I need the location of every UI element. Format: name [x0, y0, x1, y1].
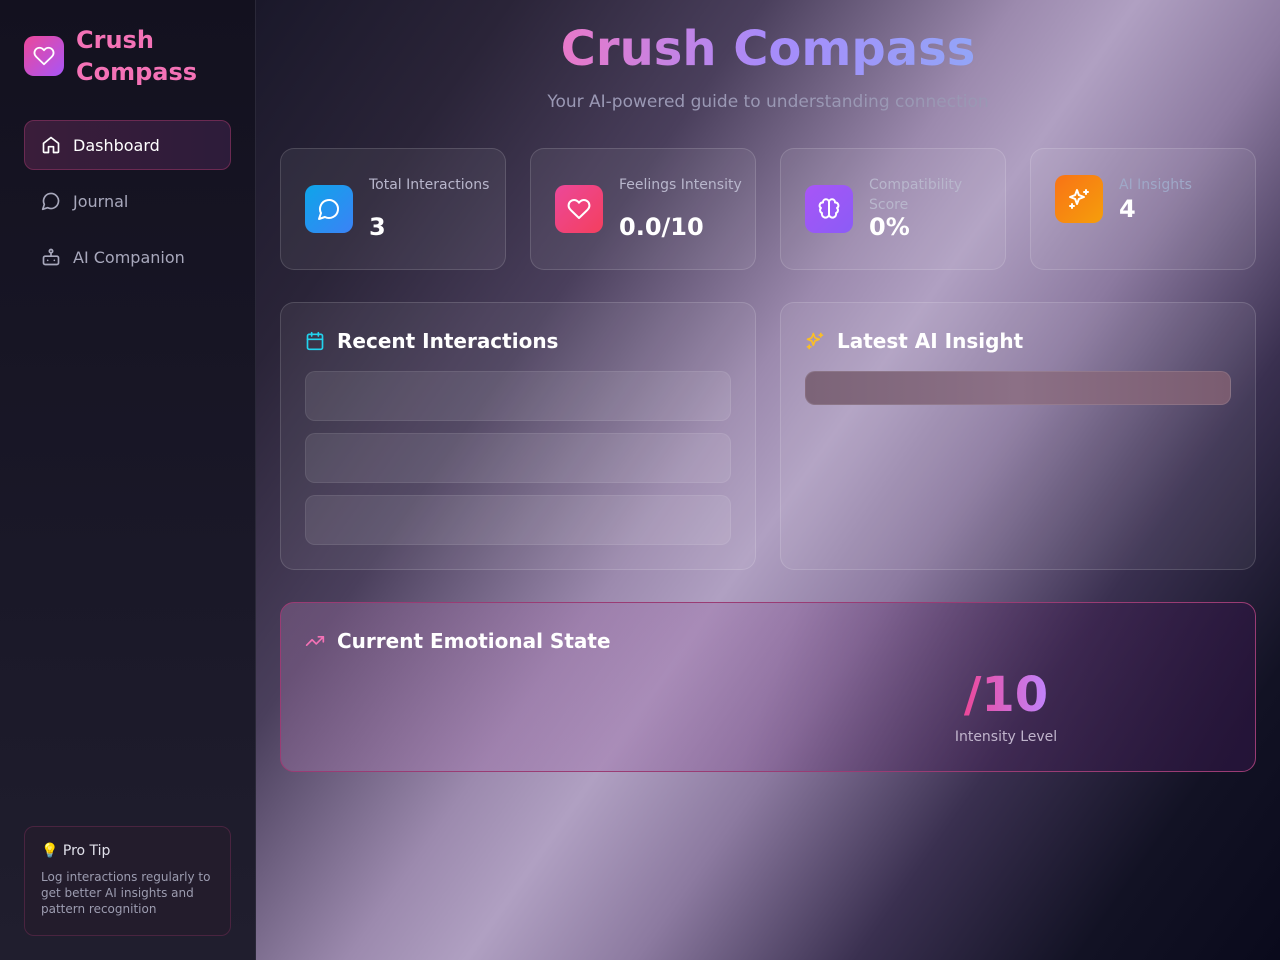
latest-insight-title: Latest AI Insight [805, 329, 1023, 353]
stat-value: 0.0/10 [619, 213, 704, 241]
brain-icon [805, 185, 853, 233]
home-icon [41, 135, 61, 155]
page-subtitle: Your AI-powered guide to understanding c… [547, 92, 989, 112]
message-circle-icon [41, 191, 61, 211]
sidebar-item-dashboard[interactable]: Dashboard [24, 120, 231, 170]
sidebar-item-label: Journal [73, 191, 129, 211]
heart-icon [24, 36, 64, 76]
sidebar-item-label: Dashboard [73, 135, 160, 155]
emotional-state-panel: Current Emotional State /10 Intensity Le… [280, 602, 1256, 772]
list-item-placeholder [305, 495, 731, 545]
pro-tip-card: 💡 Pro Tip Log interactions regularly to … [24, 826, 231, 936]
trending-up-icon [305, 631, 325, 651]
brand[interactable]: Crush Compass [24, 24, 226, 88]
sparkles-icon [1055, 175, 1103, 223]
sidebar-nav: Dashboard Journal AI Companion [24, 120, 231, 288]
stat-card-interactions: Total Interactions 3 [280, 148, 506, 270]
insight-placeholder [805, 371, 1231, 405]
stat-value: 0% [869, 213, 910, 241]
sidebar: Crush Compass Dashboard Journal AI Compa… [0, 0, 256, 960]
stat-label: Total Interactions [369, 177, 490, 193]
list-item-placeholder [305, 371, 731, 421]
main-content: Crush Compass Your AI-powered guide to u… [256, 0, 1280, 960]
pro-tip-text: Log interactions regularly to get better… [41, 870, 211, 916]
stat-card-compatibility: Compatibility Score 0% [780, 148, 1006, 270]
calendar-icon [305, 331, 325, 351]
emotional-state-title: Current Emotional State [305, 629, 611, 653]
stat-label: Compatibility Score [869, 177, 963, 213]
stat-value: 3 [369, 213, 386, 241]
sidebar-item-label: AI Companion [73, 247, 185, 267]
latest-insight-panel: Latest AI Insight [780, 302, 1256, 570]
recent-interactions-title: Recent Interactions [305, 329, 558, 353]
stat-label: AI Insights [1119, 177, 1192, 193]
page-title: Crush Compass [560, 21, 976, 77]
stat-value: 4 [1119, 195, 1136, 223]
heart-icon [555, 185, 603, 233]
message-circle-icon [305, 185, 353, 233]
sparkles-icon [805, 331, 825, 351]
brand-name: Crush Compass [76, 26, 198, 86]
pro-tip-title: 💡 Pro Tip [41, 843, 111, 859]
stat-card-feelings: Feelings Intensity 0.0/10 [530, 148, 756, 270]
intensity-label: Intensity Level [954, 729, 1058, 745]
stat-label: Feelings Intensity [619, 177, 742, 193]
stat-card-insights: AI Insights 4 [1030, 148, 1256, 270]
sidebar-item-ai-companion[interactable]: AI Companion [24, 232, 231, 282]
bot-icon [41, 247, 61, 267]
intensity-value: /10 [963, 667, 1049, 723]
list-item-placeholder [305, 433, 731, 483]
recent-interactions-panel: Recent Interactions [280, 302, 756, 570]
sidebar-item-journal[interactable]: Journal [24, 176, 231, 226]
